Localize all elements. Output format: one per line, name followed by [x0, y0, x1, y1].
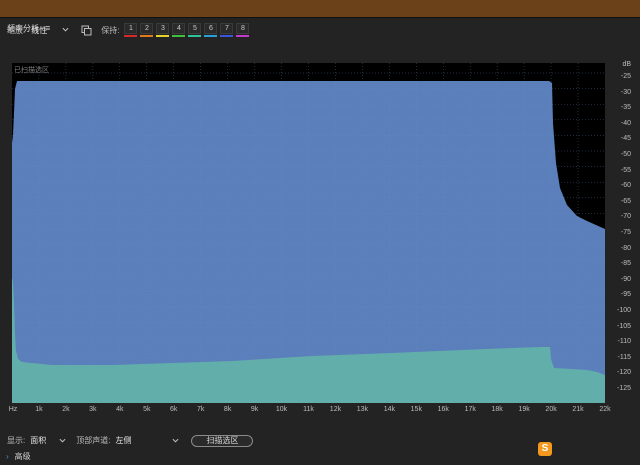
x-tick-label: 20k: [545, 406, 557, 413]
window-titlebar: [0, 0, 640, 17]
scale-select[interactable]: 线性: [29, 24, 71, 36]
hold-slot-label: 3: [156, 22, 170, 34]
chevron-right-icon: ›: [6, 451, 9, 461]
hold-slot-label: 2: [140, 22, 154, 34]
hold-slots: 1 2 3 4 5 6 7 8: [124, 22, 250, 38]
y-tick-label: -60: [620, 182, 631, 190]
hold-slot-color: [156, 34, 170, 37]
y-tick-label: -110: [617, 338, 632, 346]
hold-slot-6[interactable]: 6: [204, 22, 218, 38]
y-tick-label: -55: [620, 166, 631, 174]
scale-label: 缩放:: [7, 25, 26, 35]
scanned-selection-overlay-label: 已扫描选区: [14, 65, 49, 74]
y-tick-label: -115: [617, 353, 632, 361]
x-tick-label: 6k: [170, 406, 178, 413]
y-tick-label: -65: [620, 197, 631, 205]
x-tick-label: 8k: [223, 406, 232, 413]
scan-selection-button[interactable]: 扫描选区: [191, 434, 254, 447]
x-axis-labels: Hz 1k 2k 3k 4k 5k 6k 7k 8k 9k 10k 11k 12k 13k 14k 15k 16…: [0, 406, 640, 416]
hold-slot-color: [188, 34, 202, 37]
advanced-label: 高级: [14, 451, 31, 461]
hold-slot-5[interactable]: 5: [188, 22, 202, 38]
x-tick-label: 12k: [329, 406, 342, 413]
x-tick-label: 14k: [383, 406, 396, 413]
hold-slot-color: [172, 34, 186, 37]
hold-slot-color: [140, 34, 154, 37]
y-tick-label: -35: [620, 104, 631, 112]
watermark: S: [538, 440, 640, 458]
hold-slot-color: [204, 34, 218, 37]
x-tick-label: 15k: [410, 406, 422, 413]
x-tick-label: 2k: [62, 406, 70, 413]
y-tick-label: -80: [620, 244, 631, 252]
x-tick-label: 22k: [599, 406, 611, 413]
display-select-value: 面积: [30, 436, 47, 445]
watermark-logo: S: [538, 442, 552, 456]
hold-slot-7[interactable]: 7: [220, 22, 234, 38]
x-tick-label: 21k: [572, 406, 584, 413]
x-tick-label: 18k: [491, 406, 503, 413]
top-channel-label: 顶部声道:: [76, 436, 111, 445]
y-tick-label: -30: [620, 88, 631, 96]
hold-slot-2[interactable]: 2: [140, 22, 154, 38]
hold-slot-label: 1: [124, 22, 138, 34]
x-tick-label: 1k: [35, 406, 43, 413]
y-axis-labels: dB -25 -30 -35 -40 -45 -50 -55 -60 -65 -70 -75 -80 -8…: [607, 58, 640, 408]
chevron-down-icon: [62, 27, 69, 32]
hold-slot-1[interactable]: 1: [124, 22, 138, 38]
scale-select-value: 线性: [31, 25, 48, 35]
x-tick-label: 11k: [303, 406, 314, 413]
footer-bar: 显示: 面积 顶部声道: 左侧 扫描选区: [7, 434, 254, 447]
y-tick-label: -45: [620, 135, 631, 143]
copy-icon[interactable]: [81, 25, 92, 36]
hold-slot-3[interactable]: 3: [156, 22, 170, 38]
display-label: 显示:: [7, 436, 26, 445]
hold-slot-label: 6: [204, 22, 218, 34]
hold-slot-label: 7: [220, 22, 234, 34]
y-tick-label: -70: [620, 213, 631, 221]
top-channel-select[interactable]: 左侧: [113, 435, 181, 447]
top-channel-select-value: 左侧: [115, 436, 132, 445]
y-tick-label: -105: [616, 322, 631, 330]
y-tick-label: -95: [620, 291, 631, 299]
y-tick-label: -85: [620, 260, 631, 268]
hold-label: 保持:: [101, 25, 120, 35]
y-tick-label: -125: [616, 385, 631, 392]
y-tick-label: -90: [620, 275, 631, 283]
hold-slot-label: 4: [172, 22, 186, 34]
chevron-down-icon: [172, 438, 179, 443]
x-tick-label: 16k: [437, 406, 449, 413]
y-tick-label: -40: [620, 119, 631, 127]
chevron-down-icon: [59, 438, 66, 443]
frequency-graph[interactable]: 已扫描选区: [12, 63, 605, 403]
y-tick-label: -75: [620, 229, 631, 236]
hold-slot-8[interactable]: 8: [236, 22, 250, 38]
y-tick-label: -50: [620, 151, 631, 158]
hold-slot-color: [236, 34, 250, 37]
x-tick-label: 9k: [250, 406, 259, 413]
hold-slot-color: [124, 34, 138, 37]
hold-slot-label: 5: [188, 22, 202, 34]
x-tick-label: 13k: [356, 406, 369, 413]
x-tick-label: 10k: [275, 406, 288, 413]
hold-slot-label: 8: [236, 22, 250, 34]
y-tick-label: -120: [616, 369, 631, 377]
y-tick-label: -25: [620, 73, 631, 80]
x-tick-label: Hz: [8, 406, 18, 413]
display-select[interactable]: 面积: [28, 435, 68, 447]
x-tick-label: 7k: [196, 406, 205, 413]
x-tick-label: 3k: [89, 406, 97, 413]
x-tick-label: 5k: [143, 406, 151, 413]
x-tick-label: 19k: [518, 406, 530, 413]
y-tick-label: -100: [616, 307, 631, 314]
hold-slot-4[interactable]: 4: [172, 22, 186, 38]
x-tick-label: 4k: [116, 406, 124, 413]
x-tick-label: 17k: [464, 406, 476, 413]
toolbar: 缩放: 线性 保持: 1 2 3 4 5 6 7 8: [7, 22, 250, 38]
hold-slot-color: [220, 34, 234, 37]
y-axis-unit: dB: [622, 61, 631, 68]
advanced-toggle[interactable]: › 高级: [6, 451, 31, 461]
